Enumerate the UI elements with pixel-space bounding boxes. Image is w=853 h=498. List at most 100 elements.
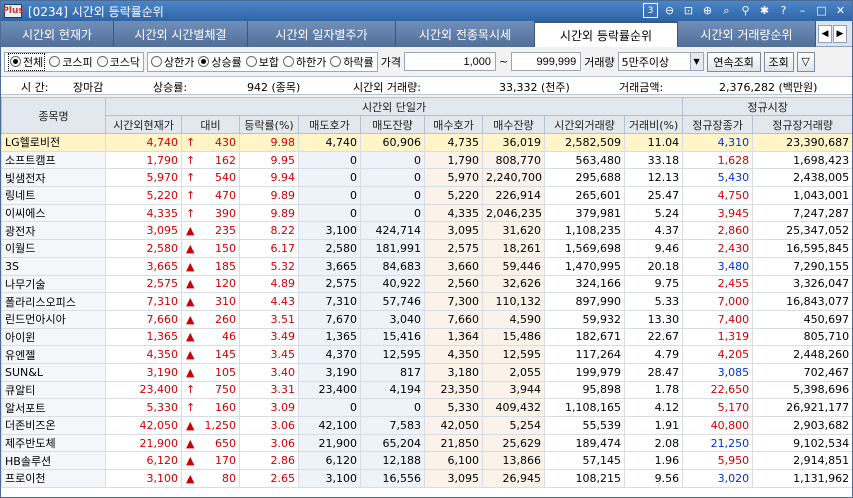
zoom-in-icon[interactable]: ⊕ xyxy=(700,3,715,18)
cell-volume: 265,601 xyxy=(544,186,625,205)
cell-price: 5,970 xyxy=(105,168,182,188)
table-row[interactable]: 제주반도체 21,900 ▲ 650 3.06 21,900 65,204 21,850 25,… xyxy=(1,433,852,453)
col-header-name[interactable]: 종목명 xyxy=(1,97,106,134)
table-row[interactable]: 폴라리스오피스 7,310 ▲ 310 4.43 7,310 57,746 7,300 110,… xyxy=(1,292,852,311)
table-row[interactable]: LG헬로비전 4,740 ↑ 430 9.98 4,740 60,906 4,735 36,01… xyxy=(1,133,852,152)
search-icon[interactable]: ⌕ xyxy=(719,3,734,18)
minimize-icon[interactable]: – xyxy=(795,3,810,18)
tab-scroll-left-icon[interactable]: ◀ xyxy=(818,24,832,43)
col-header-ask[interactable]: 매도호가 xyxy=(298,115,361,134)
upper-limit-arrow-icon: ↑ xyxy=(186,401,196,415)
zoom-out-icon[interactable]: ⊖ xyxy=(662,3,677,18)
table-row[interactable]: 소프트캠프 1,790 ↑ 162 9.95 0 0 1,790 808,770 563,480 3… xyxy=(1,150,852,170)
col-header-regular-volume[interactable]: 정규장거래량 xyxy=(752,115,852,134)
help-icon[interactable]: ? xyxy=(776,3,791,18)
volume-label: 거래량 xyxy=(584,55,615,69)
col-header-ratio[interactable]: 거래비(%) xyxy=(623,115,684,134)
market-radio-kosdaq[interactable]: 코스닥 xyxy=(96,54,140,70)
group-header-regular: 정규시장 xyxy=(682,97,852,116)
upper-limit-arrow-icon: ↑ xyxy=(186,188,196,202)
col-header-bid[interactable]: 매수호가 xyxy=(424,115,483,134)
table-row[interactable]: 링네트 5,220 ↑ 470 9.89 0 0 5,220 226,914 265,601 25.… xyxy=(1,186,852,205)
direction-radio-fall[interactable]: 하락률 xyxy=(330,54,374,70)
cell-volume: 95,898 xyxy=(544,380,625,400)
col-header-rate[interactable]: 등락률(%) xyxy=(239,115,299,134)
cell-bid-qty: 59,446 xyxy=(482,256,545,276)
table-row[interactable]: 나무기술 2,575 ▲ 120 4.89 2,575 40,922 2,560 32,626 3… xyxy=(1,274,852,294)
col-header-price[interactable]: 시간외현재가 xyxy=(105,115,182,134)
table-row[interactable]: SUN&L 3,190 ▲ 105 3.40 3,190 817 3,180 2,055 199,… xyxy=(1,362,852,382)
table-row[interactable]: 린드먼아시아 7,660 ▲ 260 3.51 7,670 3,040 7,660 4,590 5… xyxy=(1,309,852,329)
radio-dot-icon xyxy=(49,56,61,67)
star-icon[interactable]: ✱ xyxy=(757,3,772,18)
cell-rate: 3.31 xyxy=(239,380,299,400)
cell-regular-volume: 5,398,696 xyxy=(752,380,852,400)
cell-ask: 0 xyxy=(298,168,361,188)
cell-ask: 2,580 xyxy=(298,239,361,258)
screen-number-box[interactable]: 3 xyxy=(643,3,658,18)
table-row[interactable]: HB솔루션 6,120 ▲ 170 2.86 6,120 12,188 6,100 13,866… xyxy=(1,451,852,471)
cell-ask: 0 xyxy=(298,398,361,417)
cell-bid: 5,330 xyxy=(424,398,483,417)
pin-icon[interactable]: ⚲ xyxy=(738,3,753,18)
continuous-query-button[interactable]: 연속조회 xyxy=(706,51,761,72)
tab-2[interactable]: 시간외 일자별주가 xyxy=(248,21,396,47)
cell-ratio: 1.78 xyxy=(623,380,684,400)
col-header-close[interactable]: 정규장종가 xyxy=(682,115,754,134)
tab-scroll-right-icon[interactable]: ▶ xyxy=(833,24,847,43)
direction-radio-lower-limit[interactable]: 하한가 xyxy=(283,54,326,70)
col-header-volume[interactable]: 시간외거래량 xyxy=(544,115,625,134)
cell-bid-qty: 409,432 xyxy=(482,398,545,417)
col-header-diff[interactable]: 대비 xyxy=(181,115,240,134)
query-button[interactable]: 조회 xyxy=(763,51,794,72)
time-label: 시 간: xyxy=(21,81,49,94)
tab-4[interactable]: 시간외 등락률순위 xyxy=(535,21,678,47)
table-row[interactable]: 빛샘전자 5,970 ↑ 540 9.94 0 0 5,970 2,240,700 295,688… xyxy=(1,168,852,188)
price-to-input[interactable] xyxy=(511,52,582,71)
table-row[interactable]: 3S 3,665 ▲ 185 5.32 3,665 84,683 3,660 59,446 1,4… xyxy=(1,256,852,276)
title-bar: Plus [0234] 시간외 등락률순위 3 ⊖ ⊡ ⊕ ⌕ ⚲ ✱ ? – … xyxy=(1,1,852,21)
ranking-table[interactable]: 종목명 시간외 단일가 정규시장 시간외현재가 대비 등락률(%) 매도호가 매도잔량 매… xyxy=(1,97,852,497)
price-from-input[interactable] xyxy=(404,52,496,71)
cell-ratio: 4.37 xyxy=(623,221,684,241)
table-row[interactable]: 더존비즈온 42,050 ▲ 1,250 3.06 42,100 7,583 42,050 5,… xyxy=(1,416,852,435)
table-row[interactable]: 유엔젤 4,350 ▲ 145 3.45 4,370 12,595 4,350 12,595 11… xyxy=(1,345,852,364)
cell-regular-volume: 3,326,047 xyxy=(752,274,852,294)
cell-ask-qty: 65,204 xyxy=(360,433,425,453)
col-header-bid-qty[interactable]: 매수잔량 xyxy=(482,115,545,134)
direction-radio-upper-limit[interactable]: 상한가 xyxy=(151,54,194,70)
table-row[interactable]: 큐알티 23,400 ↑ 750 3.31 23,400 4,194 23,350 3,944 9… xyxy=(1,380,852,400)
table-row[interactable]: 알서포트 5,330 ↑ 160 3.09 0 0 5,330 409,432 1,108,165… xyxy=(1,398,852,417)
chevron-down-icon[interactable]: ▼ xyxy=(689,53,703,70)
price-separator: ~ xyxy=(499,55,509,68)
tab-1[interactable]: 시간외 시간별체결 xyxy=(114,21,248,47)
maximize-icon[interactable]: □ xyxy=(814,3,829,18)
cell-diff: ▲ 650 xyxy=(181,433,240,453)
cell-name: 소프트캠프 xyxy=(1,150,106,170)
table-row[interactable]: 프로이천 3,100 ▲ 80 2.65 3,100 16,556 3,095 26,945 10… xyxy=(1,469,852,488)
cell-regular-volume: 450,697 xyxy=(752,309,852,329)
direction-radio-flat[interactable]: 보합 xyxy=(245,54,279,70)
cell-ratio: 11.04 xyxy=(623,133,684,152)
cell-ratio: 9.56 xyxy=(623,469,684,488)
close-icon[interactable]: ✕ xyxy=(833,3,848,18)
tab-0[interactable]: 시간외 현재가 xyxy=(1,21,114,47)
table-row[interactable]: 아이윈 1,365 ▲ 46 3.49 1,365 15,416 1,364 15,486 182… xyxy=(1,327,852,347)
cell-price: 3,190 xyxy=(105,362,182,382)
tab-5[interactable]: 시간외 거래량순위 xyxy=(678,21,816,47)
cell-rate: 8.22 xyxy=(239,221,299,241)
direction-radio-rise[interactable]: 상승률 xyxy=(198,54,242,70)
table-row[interactable]: 이월드 2,580 ▲ 150 6.17 2,580 181,991 2,575 18,261 1… xyxy=(1,239,852,258)
table-row[interactable]: 이씨에스 4,335 ↑ 390 9.89 0 0 4,335 2,046,235 379,981… xyxy=(1,203,852,223)
filter-icon[interactable]: ▽ xyxy=(796,51,815,72)
market-radio-kospi[interactable]: 코스피 xyxy=(49,54,93,70)
tab-3[interactable]: 시간외 전종목시세 xyxy=(396,21,535,47)
lock-icon[interactable]: ⊡ xyxy=(681,3,696,18)
cell-price: 4,350 xyxy=(105,345,182,364)
market-radio-all[interactable]: 전체 xyxy=(8,52,46,71)
cell-diff: ▲ 260 xyxy=(181,309,240,329)
cell-ask-qty: 0 xyxy=(360,186,425,205)
col-header-ask-qty[interactable]: 매도잔량 xyxy=(360,115,425,134)
table-row[interactable]: 광전자 3,095 ▲ 235 8.22 3,100 424,714 3,095 31,620 1… xyxy=(1,221,852,241)
volume-select[interactable]: 5만주이상 ▼ xyxy=(617,52,704,71)
